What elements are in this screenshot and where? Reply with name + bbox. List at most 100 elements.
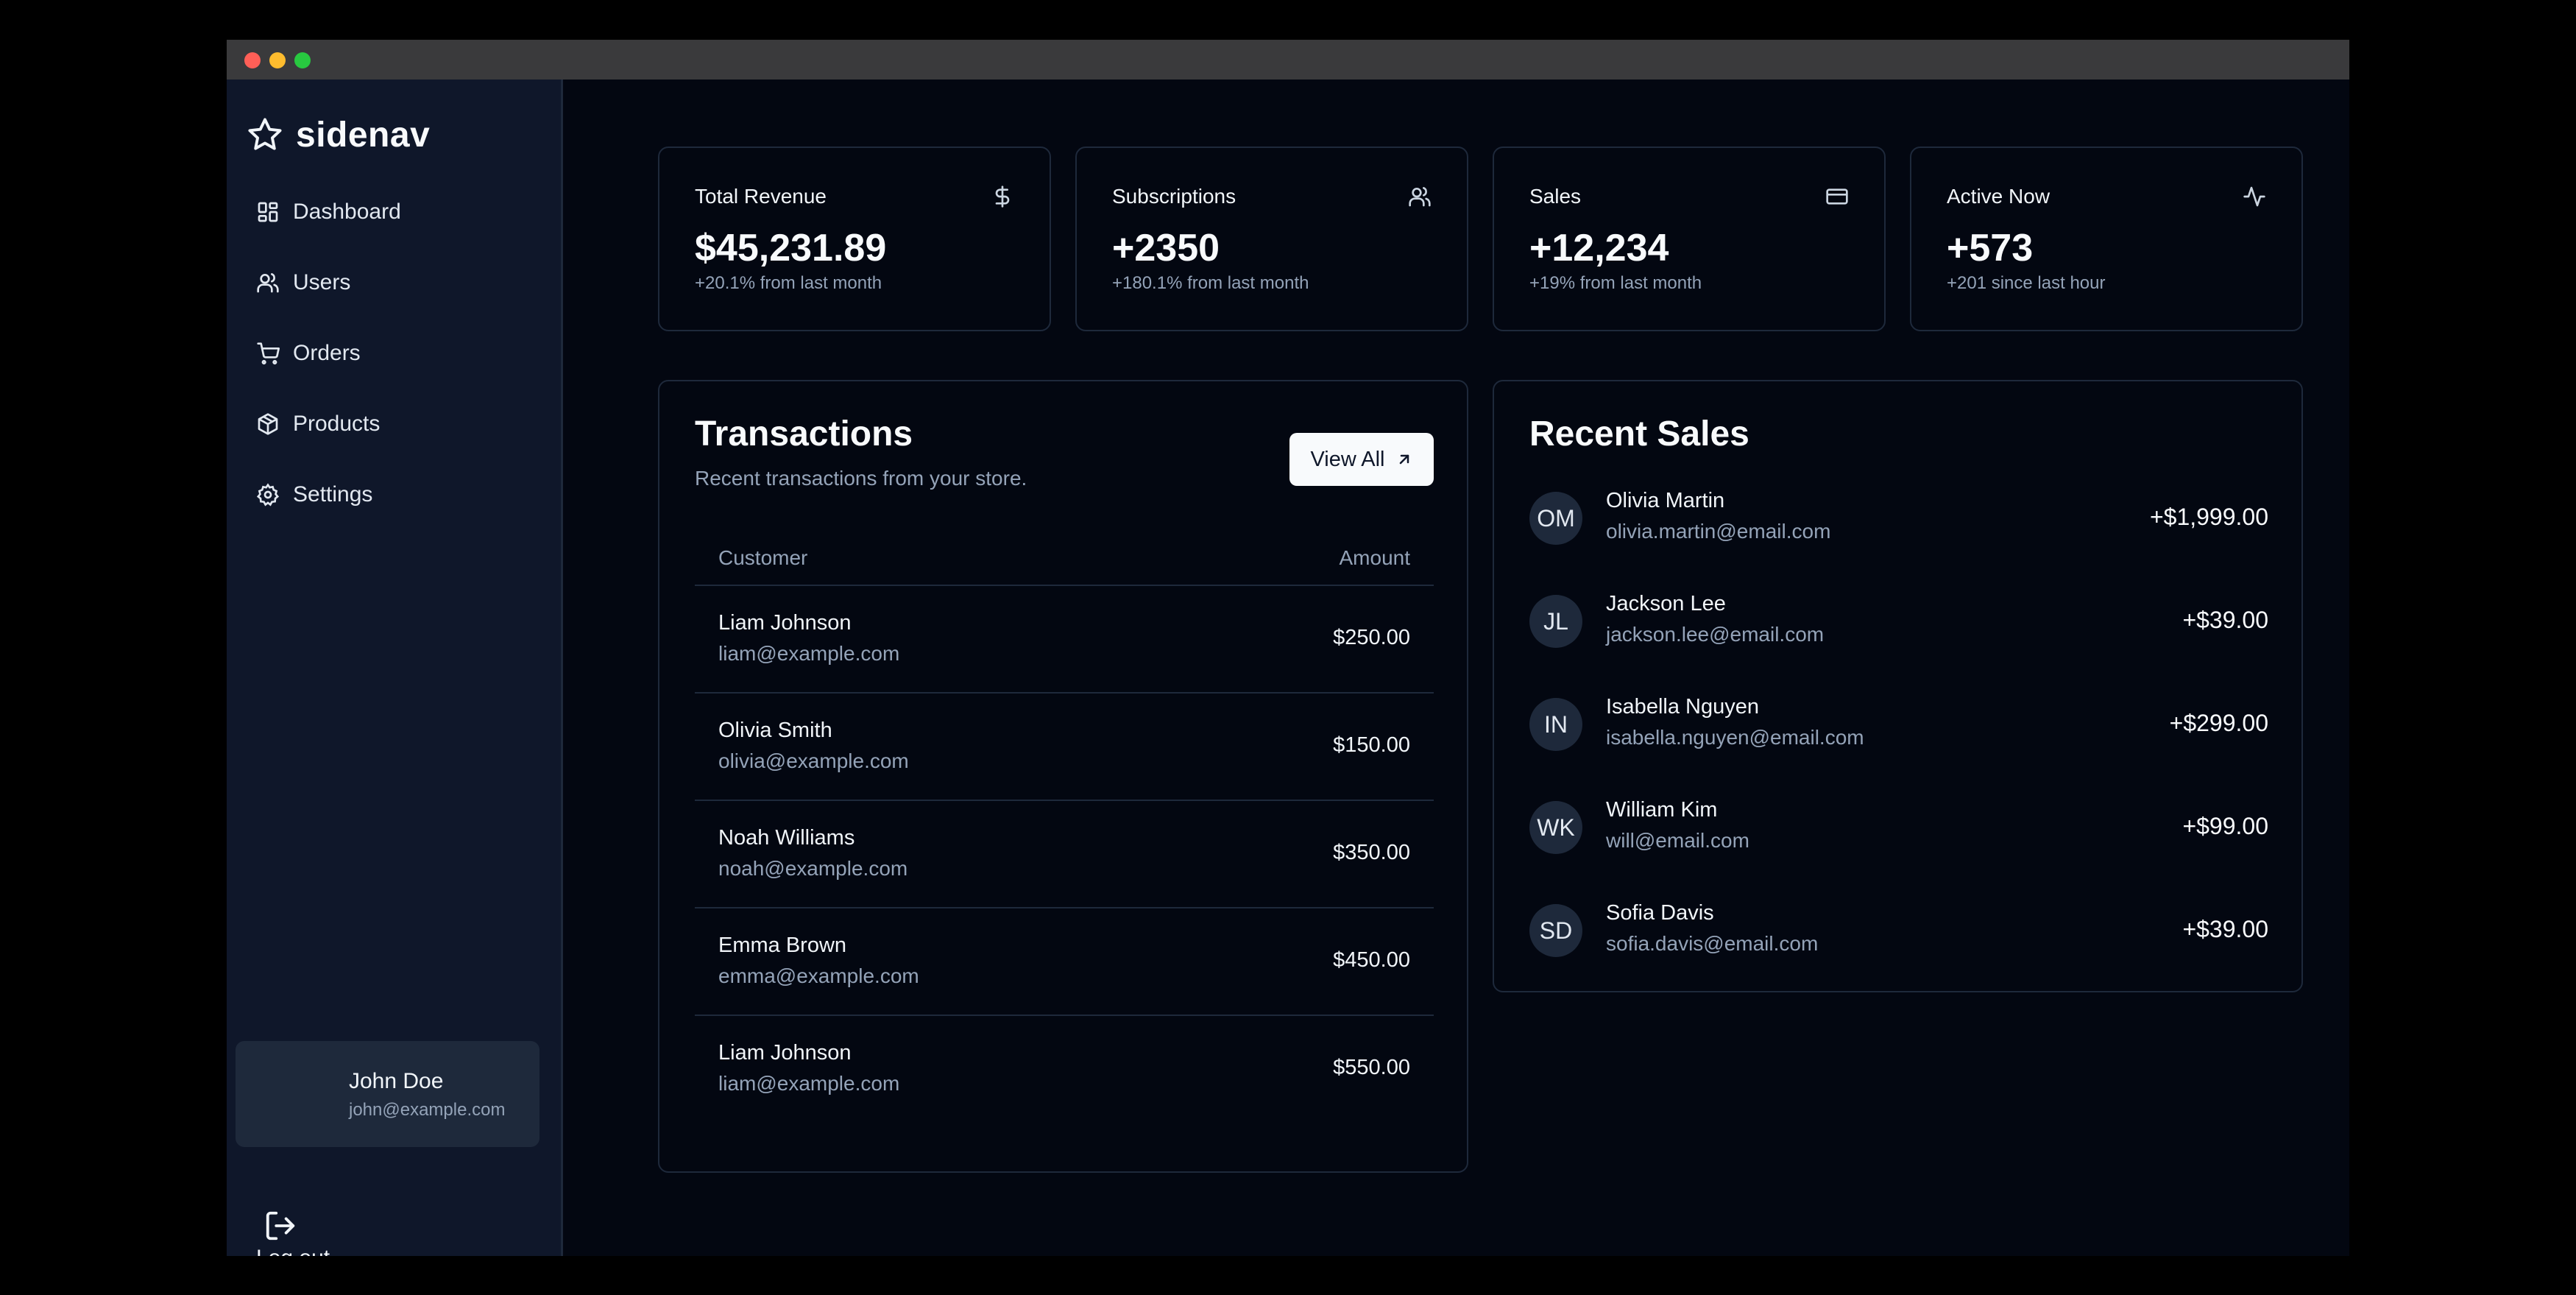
dollar-icon — [995, 186, 1010, 208]
sale-customer-name: Sofia Davis — [1606, 901, 1714, 925]
sale-amount: +$299.00 — [2169, 710, 2268, 736]
user-email: john@example.com — [349, 1100, 506, 1120]
stat-title: Subscriptions — [1112, 185, 1236, 208]
table-row[interactable]: Noah Williams noah@example.com $350.00 — [695, 801, 1434, 908]
avatar: OM — [1529, 492, 1582, 545]
list-item[interactable]: SD Sofia Davis sofia.davis@email.com +$3… — [1529, 894, 2268, 967]
close-window-button[interactable] — [244, 52, 261, 68]
column-header-amount[interactable]: Amount — [1340, 546, 1411, 570]
arrow-up-right-icon — [1399, 454, 1409, 465]
logout-button[interactable]: Log out — [256, 1209, 359, 1256]
customer-email: noah@example.com — [718, 857, 908, 880]
minimize-window-button[interactable] — [269, 52, 286, 68]
sale-amount: +$39.00 — [2182, 916, 2268, 942]
stat-change: +180.1% from last month — [1112, 273, 1309, 293]
list-item[interactable]: WK William Kim will@email.com +$99.00 — [1529, 791, 2268, 864]
stat-card-subscriptions: Subscriptions +2350 +180.1% from last mo… — [1075, 147, 1468, 331]
sidebar-item-settings[interactable]: Settings — [256, 471, 536, 518]
stat-change: +20.1% from last month — [695, 273, 882, 293]
customer-name: Liam Johnson — [718, 611, 852, 635]
sidebar-item-dashboard[interactable]: Dashboard — [256, 188, 536, 236]
stat-card-total-revenue: Total Revenue $45,231.89 +20.1% from las… — [658, 147, 1051, 331]
gear-icon — [256, 483, 280, 507]
sidebar-item-users[interactable]: Users — [256, 259, 536, 306]
table-row[interactable]: Emma Brown emma@example.com $450.00 — [695, 908, 1434, 1016]
cart-icon — [257, 342, 280, 365]
stat-value: +2350 — [1112, 227, 1220, 269]
sale-amount: +$39.00 — [2182, 607, 2268, 633]
sidebar-item-orders[interactable]: Orders — [256, 330, 536, 377]
stat-title: Total Revenue — [695, 185, 827, 208]
sidebar-item-label: Orders — [293, 341, 361, 365]
view-all-button[interactable]: View All — [1289, 433, 1434, 486]
recent-sales-card: Recent Sales OM Olivia Martin olivia.mar… — [1493, 380, 2303, 992]
table-row[interactable]: Liam Johnson liam@example.com $250.00 — [695, 586, 1434, 694]
customer-name: Olivia Smith — [718, 719, 832, 742]
list-item[interactable]: IN Isabella Nguyen isabella.nguyen@email… — [1529, 688, 2268, 761]
sale-amount: +$1,999.00 — [2149, 504, 2268, 530]
customer-name: Noah Williams — [718, 826, 855, 850]
avatar: SD — [1529, 904, 1582, 957]
stat-value: +12,234 — [1529, 227, 1669, 269]
list-item[interactable]: JL Jackson Lee jackson.lee@email.com +$3… — [1529, 585, 2268, 658]
avatar: IN — [1529, 698, 1582, 751]
logout-icon — [266, 1211, 295, 1241]
customer-email: liam@example.com — [718, 642, 900, 665]
users-icon — [1409, 187, 1431, 207]
sale-customer-name: Jackson Lee — [1606, 592, 1726, 615]
sale-customer-email: jackson.lee@email.com — [1606, 623, 1825, 646]
table-row[interactable]: Olivia Smith olivia@example.com $150.00 — [695, 694, 1434, 801]
users-icon — [257, 273, 279, 293]
column-header-customer[interactable]: Customer — [718, 546, 807, 570]
transaction-amount: $550.00 — [1333, 1056, 1410, 1079]
transaction-amount: $350.00 — [1333, 841, 1410, 864]
user-profile-card[interactable]: John Doe john@example.com — [236, 1041, 539, 1147]
sidebar-item-label: Settings — [293, 482, 373, 507]
app-window: sidenav Dashboard Users Orders Products … — [227, 40, 2349, 1256]
stat-card-active-now: Active Now +573 +201 since last hour — [1910, 147, 2303, 331]
view-all-label: View All — [1310, 447, 1385, 471]
stat-value: $45,231.89 — [695, 227, 887, 269]
sale-customer-email: will@email.com — [1606, 829, 1749, 852]
stat-card-sales: Sales +12,234 +19% from last month — [1493, 147, 1886, 331]
sidebar-item-label: Dashboard — [293, 200, 401, 224]
sidebar: sidenav Dashboard Users Orders Products … — [227, 80, 563, 1256]
stat-value: +573 — [1947, 227, 2034, 269]
list-item[interactable]: OM Olivia Martin olivia.martin@email.com… — [1529, 481, 2268, 555]
customer-name: Liam Johnson — [718, 1041, 852, 1065]
customer-email: emma@example.com — [718, 964, 919, 987]
stat-change: +201 since last hour — [1947, 273, 2106, 293]
stat-title: Sales — [1529, 185, 1582, 208]
brand[interactable]: sidenav — [246, 109, 430, 160]
transaction-amount: $450.00 — [1333, 948, 1410, 972]
avatar: WK — [1529, 801, 1582, 854]
customer-email: olivia@example.com — [718, 749, 909, 772]
logout-label: Log out — [256, 1246, 359, 1256]
stat-title: Active Now — [1947, 185, 2050, 208]
credit-card-icon — [1826, 188, 1848, 205]
user-name: John Doe — [349, 1069, 444, 1093]
maximize-window-button[interactable] — [294, 52, 311, 68]
star-icon — [248, 118, 282, 150]
sale-customer-name: Isabella Nguyen — [1606, 695, 1759, 719]
activity-icon — [2243, 186, 2265, 207]
transaction-amount: $150.00 — [1333, 733, 1410, 757]
table-header: Customer Amount — [695, 533, 1434, 586]
sale-customer-email: sofia.davis@email.com — [1606, 932, 1819, 955]
sale-customer-email: isabella.nguyen@email.com — [1606, 726, 1864, 749]
recent-sales-title: Recent Sales — [1529, 414, 1749, 454]
table-row[interactable]: Liam Johnson liam@example.com $550.00 — [695, 1016, 1434, 1123]
sale-customer-email: olivia.martin@email.com — [1606, 520, 1831, 543]
sale-amount: +$99.00 — [2182, 813, 2268, 839]
package-icon — [258, 413, 278, 435]
sidebar-item-label: Products — [293, 412, 381, 436]
customer-name: Emma Brown — [718, 934, 847, 957]
title-bar — [227, 40, 2349, 80]
sale-customer-name: William Kim — [1606, 798, 1718, 822]
transactions-subtitle: Recent transactions from your store. — [695, 467, 1027, 490]
sidebar-item-products[interactable]: Products — [256, 401, 536, 448]
dashboard-icon — [258, 202, 278, 222]
transactions-title: Transactions — [695, 414, 913, 454]
customer-email: liam@example.com — [718, 1072, 900, 1095]
transactions-card: Transactions Recent transactions from yo… — [658, 380, 1468, 1173]
